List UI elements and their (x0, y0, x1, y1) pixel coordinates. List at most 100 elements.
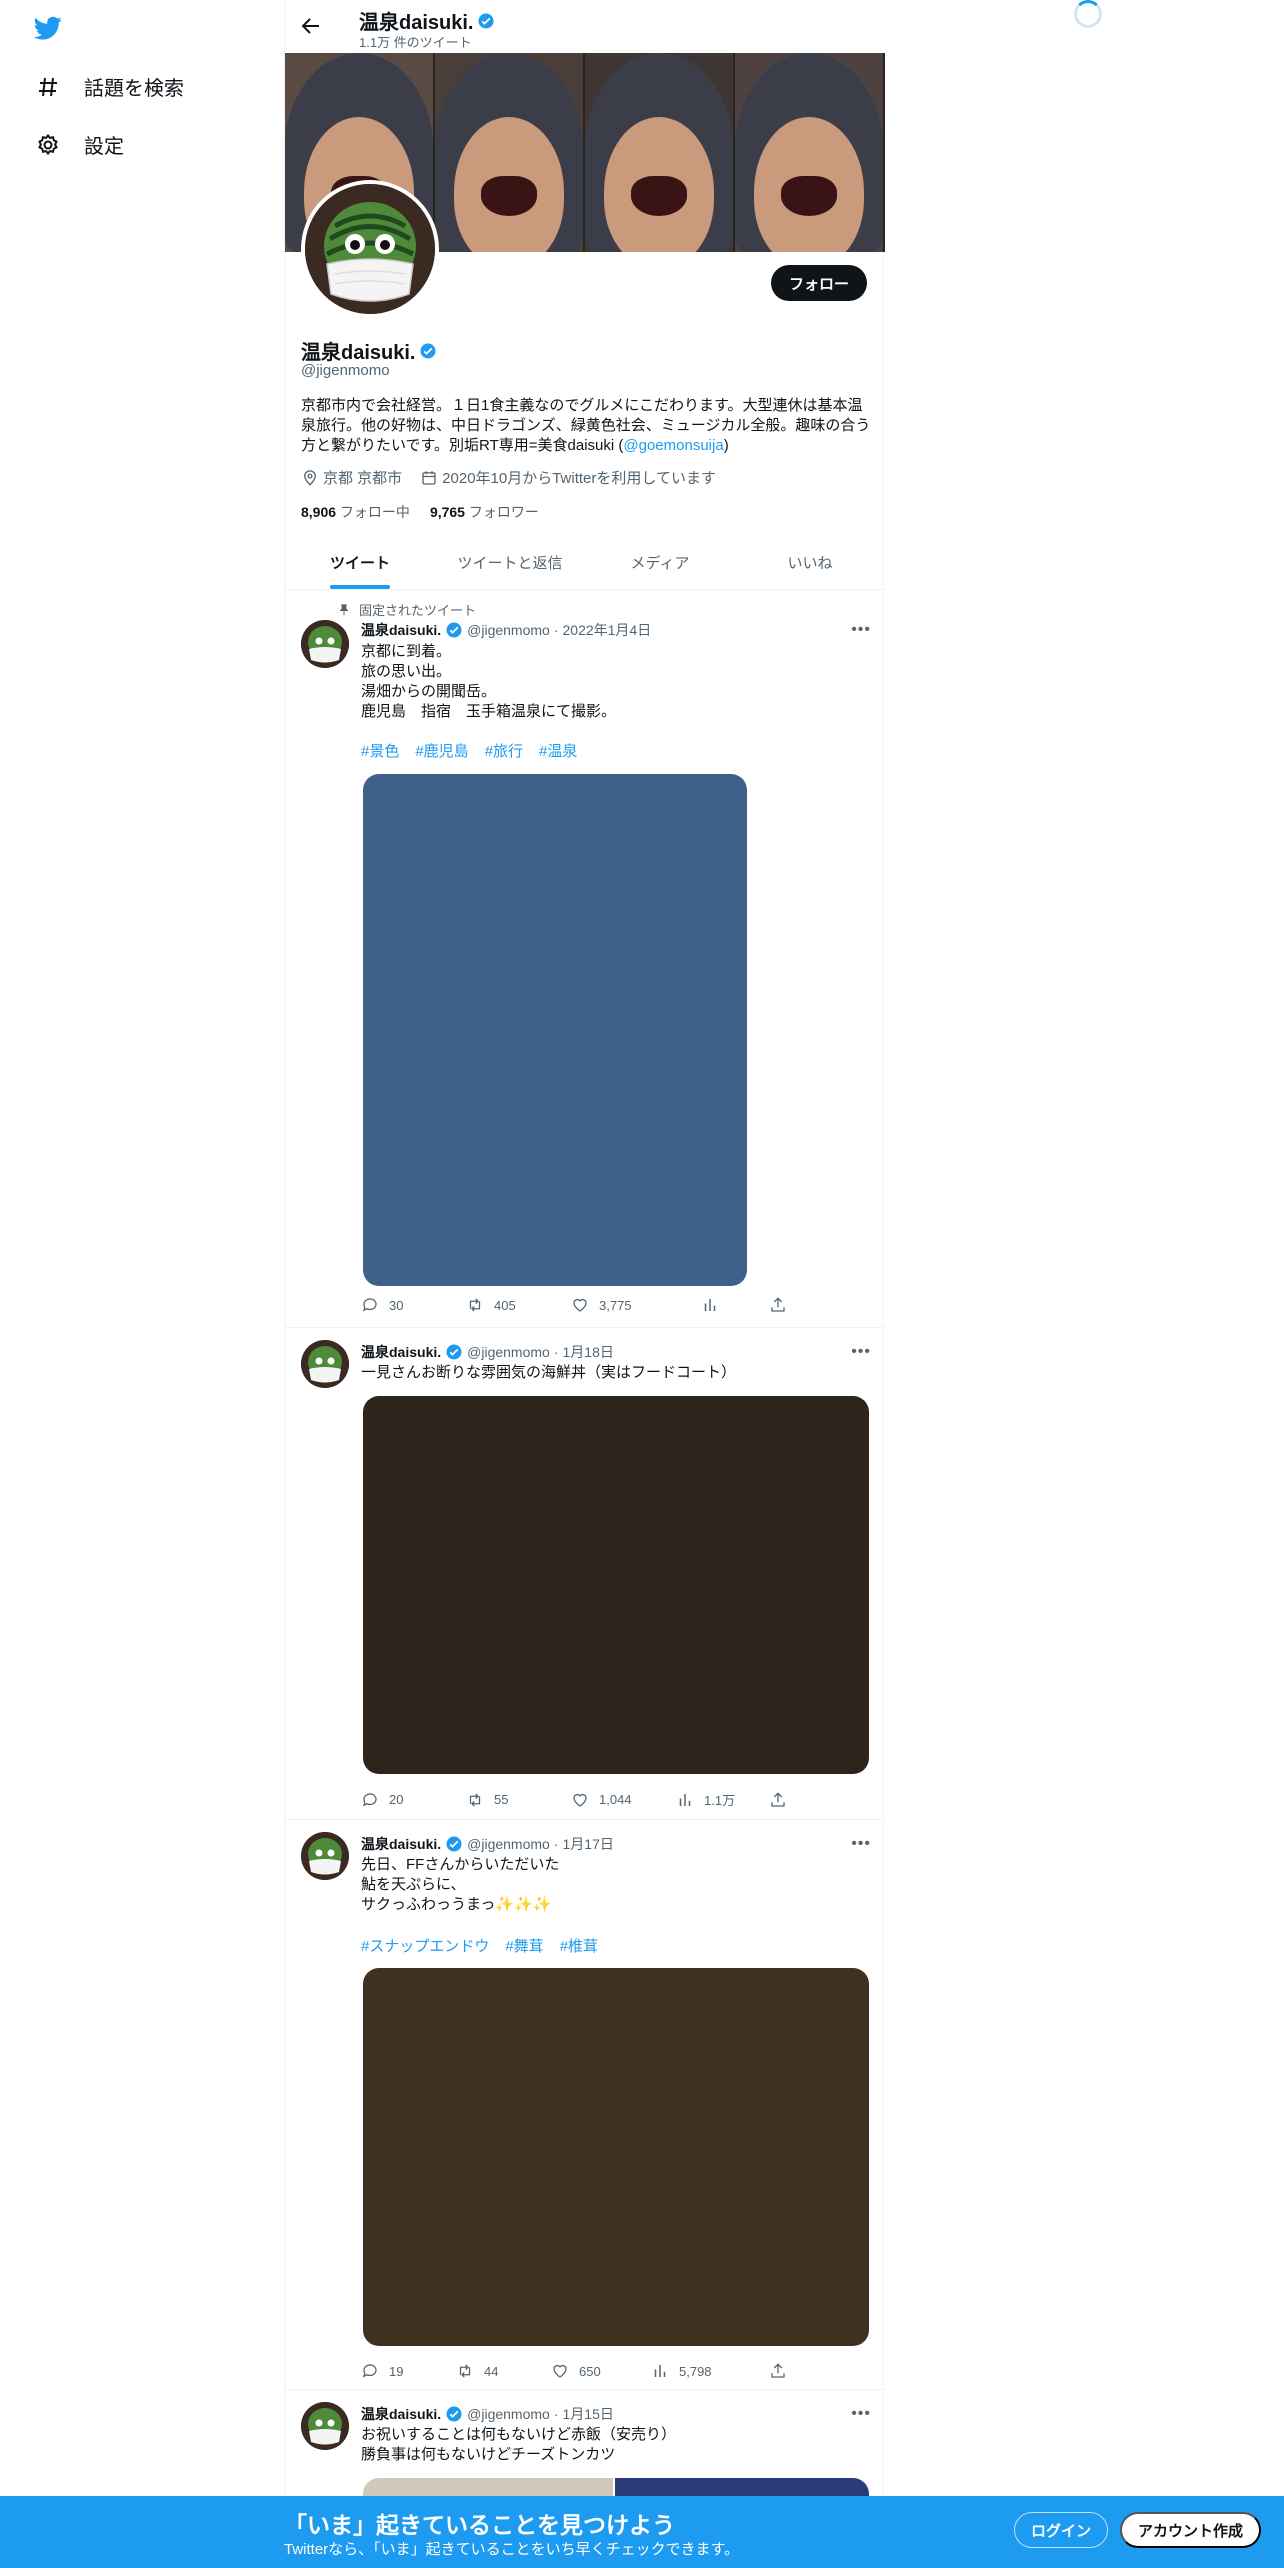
tweet-text: 一見さんお断りな雰囲気の海鮮丼（実はフードコート） (361, 1364, 737, 1381)
reply-icon (363, 1298, 377, 1312)
profile-handle: @jigenmomo (301, 362, 390, 379)
tweet[interactable]: 温泉daisuki. @jigenmomo · 1月17日 ••• 先日、FFさんか… (285, 1820, 885, 2390)
reply-button[interactable]: 30 (361, 1296, 466, 1314)
pinned-label: 固定されたツイート (337, 600, 476, 619)
views-button[interactable] (701, 1296, 769, 1314)
views-icon (654, 2365, 666, 2377)
heart-icon (573, 1298, 587, 1312)
profile-meta: 京都 京都市 2020年10月からTwitterを利用しています (301, 467, 716, 488)
views-button[interactable]: 5,798 (651, 2362, 769, 2380)
reply-button[interactable]: 19 (361, 2362, 456, 2380)
verified-badge-icon (420, 343, 436, 358)
verified-badge-icon (446, 2406, 462, 2422)
profile-tabs: ツイート ツイートと返信 メディア いいね (285, 536, 885, 590)
share-button[interactable] (769, 1296, 787, 1314)
profile-location: 京都 京都市 (301, 467, 402, 488)
profile-bio: 京都市内で会社経営。１日1食主義なのでグルメにこだわります。大型連休は基本温泉旅… (301, 397, 871, 454)
avatar[interactable] (301, 620, 349, 668)
sidebar: 話題を検索 設定 (0, 0, 284, 2568)
tweet-text: 先日、FFさんからいただいた 鮎を天ぷらに、 サクっふわっうまっ✨✨✨ (361, 1856, 560, 1913)
hashtag-icon (39, 77, 57, 96)
share-button[interactable] (769, 1790, 787, 1809)
share-button[interactable] (769, 2362, 787, 2380)
like-button[interactable]: 650 (551, 2362, 651, 2380)
views-button[interactable]: 1.1万 (676, 1790, 769, 1809)
tweet-hashtags: #スナップエンドウ #舞茸 #椎茸 (361, 1935, 598, 1956)
back-arrow-icon[interactable] (299, 14, 323, 38)
hashtag-link[interactable]: #旅行 (485, 740, 523, 761)
more-options-icon[interactable]: ••• (851, 2405, 871, 2423)
reply-button[interactable]: 20 (361, 1790, 466, 1809)
tab-media[interactable]: メディア (585, 536, 735, 589)
following-link[interactable]: 8,906 フォロー中 (301, 502, 410, 522)
profile-name: 温泉daisuki. (301, 336, 437, 365)
twitter-bird-icon[interactable] (32, 14, 64, 42)
views-icon (704, 1299, 716, 1311)
profile-column: 温泉daisuki. 1.1万 件のツイート フォロー 温泉daisuki. @… (284, 0, 885, 2568)
followers-link[interactable]: 9,765 フォロワー (430, 502, 539, 522)
signup-prompt-bar: 「いま」起きていることを見つけよう Twitterなら、「いま」起きていることを… (0, 2496, 1284, 2568)
tweet-header: 温泉daisuki. @jigenmomo · 1月17日 ••• (361, 1835, 871, 1853)
share-icon (771, 1297, 785, 1312)
share-icon (771, 2363, 785, 2378)
avatar[interactable] (301, 1340, 349, 1388)
profile-follow-stats: 8,906 フォロー中 9,765 フォロワー (301, 502, 539, 522)
tweet-media[interactable] (363, 1968, 869, 2346)
login-button[interactable]: ログイン (1014, 2512, 1109, 2548)
signup-prompt-title: 「いま」起きていることを見つけよう (284, 2512, 675, 2538)
header-tweet-count: 1.1万 件のツイート (359, 35, 472, 50)
banner-frame (585, 53, 735, 252)
retweet-icon (459, 2364, 471, 2378)
retweet-button[interactable]: 55 (466, 1790, 571, 1809)
tweet-actions: 19 44 650 5,798 (361, 2362, 787, 2380)
avatar[interactable] (301, 2402, 349, 2450)
avatar[interactable] (301, 1832, 349, 1880)
heart-icon (553, 2364, 567, 2378)
tweet-hashtags: #景色 #鹿児島 #旅行 #温泉 (361, 740, 577, 761)
tweet-media[interactable] (363, 1396, 869, 1774)
hashtag-link[interactable]: #景色 (361, 740, 399, 761)
verified-badge-icon (446, 1836, 462, 1852)
verified-badge-icon (446, 622, 462, 638)
bio-mention-link[interactable]: @goemonsuija (623, 437, 723, 454)
hashtag-link[interactable]: #舞茸 (505, 1935, 543, 1956)
header-name: 温泉daisuki. (359, 6, 495, 35)
signup-button[interactable]: アカウント作成 (1120, 2512, 1262, 2548)
hashtag-link[interactable]: #椎茸 (560, 1935, 598, 1956)
like-button[interactable]: 1,044 (571, 1790, 676, 1809)
retweet-button[interactable]: 44 (456, 2362, 551, 2380)
tweet-header: 温泉daisuki. @jigenmomo · 1月15日 ••• (361, 2405, 871, 2423)
reply-icon (363, 2364, 377, 2378)
sidebar-item-settings[interactable]: 設定 (36, 130, 124, 159)
profile-avatar[interactable] (301, 180, 439, 318)
pin-icon (339, 603, 349, 615)
watermelon-mask-avatar-icon (301, 1340, 349, 1388)
follow-button[interactable]: フォロー (770, 265, 867, 301)
more-options-icon[interactable]: ••• (851, 1343, 871, 1361)
sidebar-item-label: 設定 (84, 136, 124, 158)
hashtag-link[interactable]: #鹿児島 (415, 740, 468, 761)
hashtag-link[interactable]: #スナップエンドウ (361, 1935, 489, 1956)
tweet-header: 温泉daisuki. @jigenmomo · 1月18日 ••• (361, 1343, 871, 1361)
tweet[interactable]: 温泉daisuki. @jigenmomo · 1月18日 ••• 一見さんお断りな… (285, 1328, 885, 1820)
retweet-button[interactable]: 405 (466, 1296, 571, 1314)
sidebar-item-explore[interactable]: 話題を検索 (36, 72, 184, 101)
share-icon (771, 1791, 785, 1807)
retweet-icon (469, 1793, 481, 1806)
tab-tweets[interactable]: ツイート (285, 536, 435, 589)
profile-joined: 2020年10月からTwitterを利用しています (420, 467, 716, 488)
tweet-media[interactable] (363, 774, 747, 1286)
watermelon-mask-avatar-icon (301, 620, 349, 668)
more-options-icon[interactable]: ••• (851, 621, 871, 639)
hashtag-link[interactable]: #温泉 (539, 740, 577, 761)
tweet-pinned[interactable]: 固定されたツイート 温泉daisuki. @jigenmomo · 2022年1月4… (285, 590, 885, 1328)
tab-likes[interactable]: いいね (735, 536, 885, 589)
tab-tweets-and-replies[interactable]: ツイートと返信 (435, 536, 585, 589)
signup-prompt-subtitle: Twitterなら、「いま」起きていることをいち早くチェックできます。 (284, 2541, 740, 2558)
like-button[interactable]: 3,775 (571, 1296, 701, 1314)
tweet-text: 京都に到着。 旅の思い出。 湯畑からの開聞岳。 鹿児島 指宿 玉手箱温泉にて撮影。 (361, 643, 617, 720)
tweet-text: お祝いすることは何もないけど赤飯（安売り） 勝負事は何もないけどチーズトンカツ (361, 2426, 677, 2463)
loading-spinner-icon (1074, 0, 1102, 28)
more-options-icon[interactable]: ••• (851, 1835, 871, 1853)
verified-badge-icon (478, 13, 494, 28)
